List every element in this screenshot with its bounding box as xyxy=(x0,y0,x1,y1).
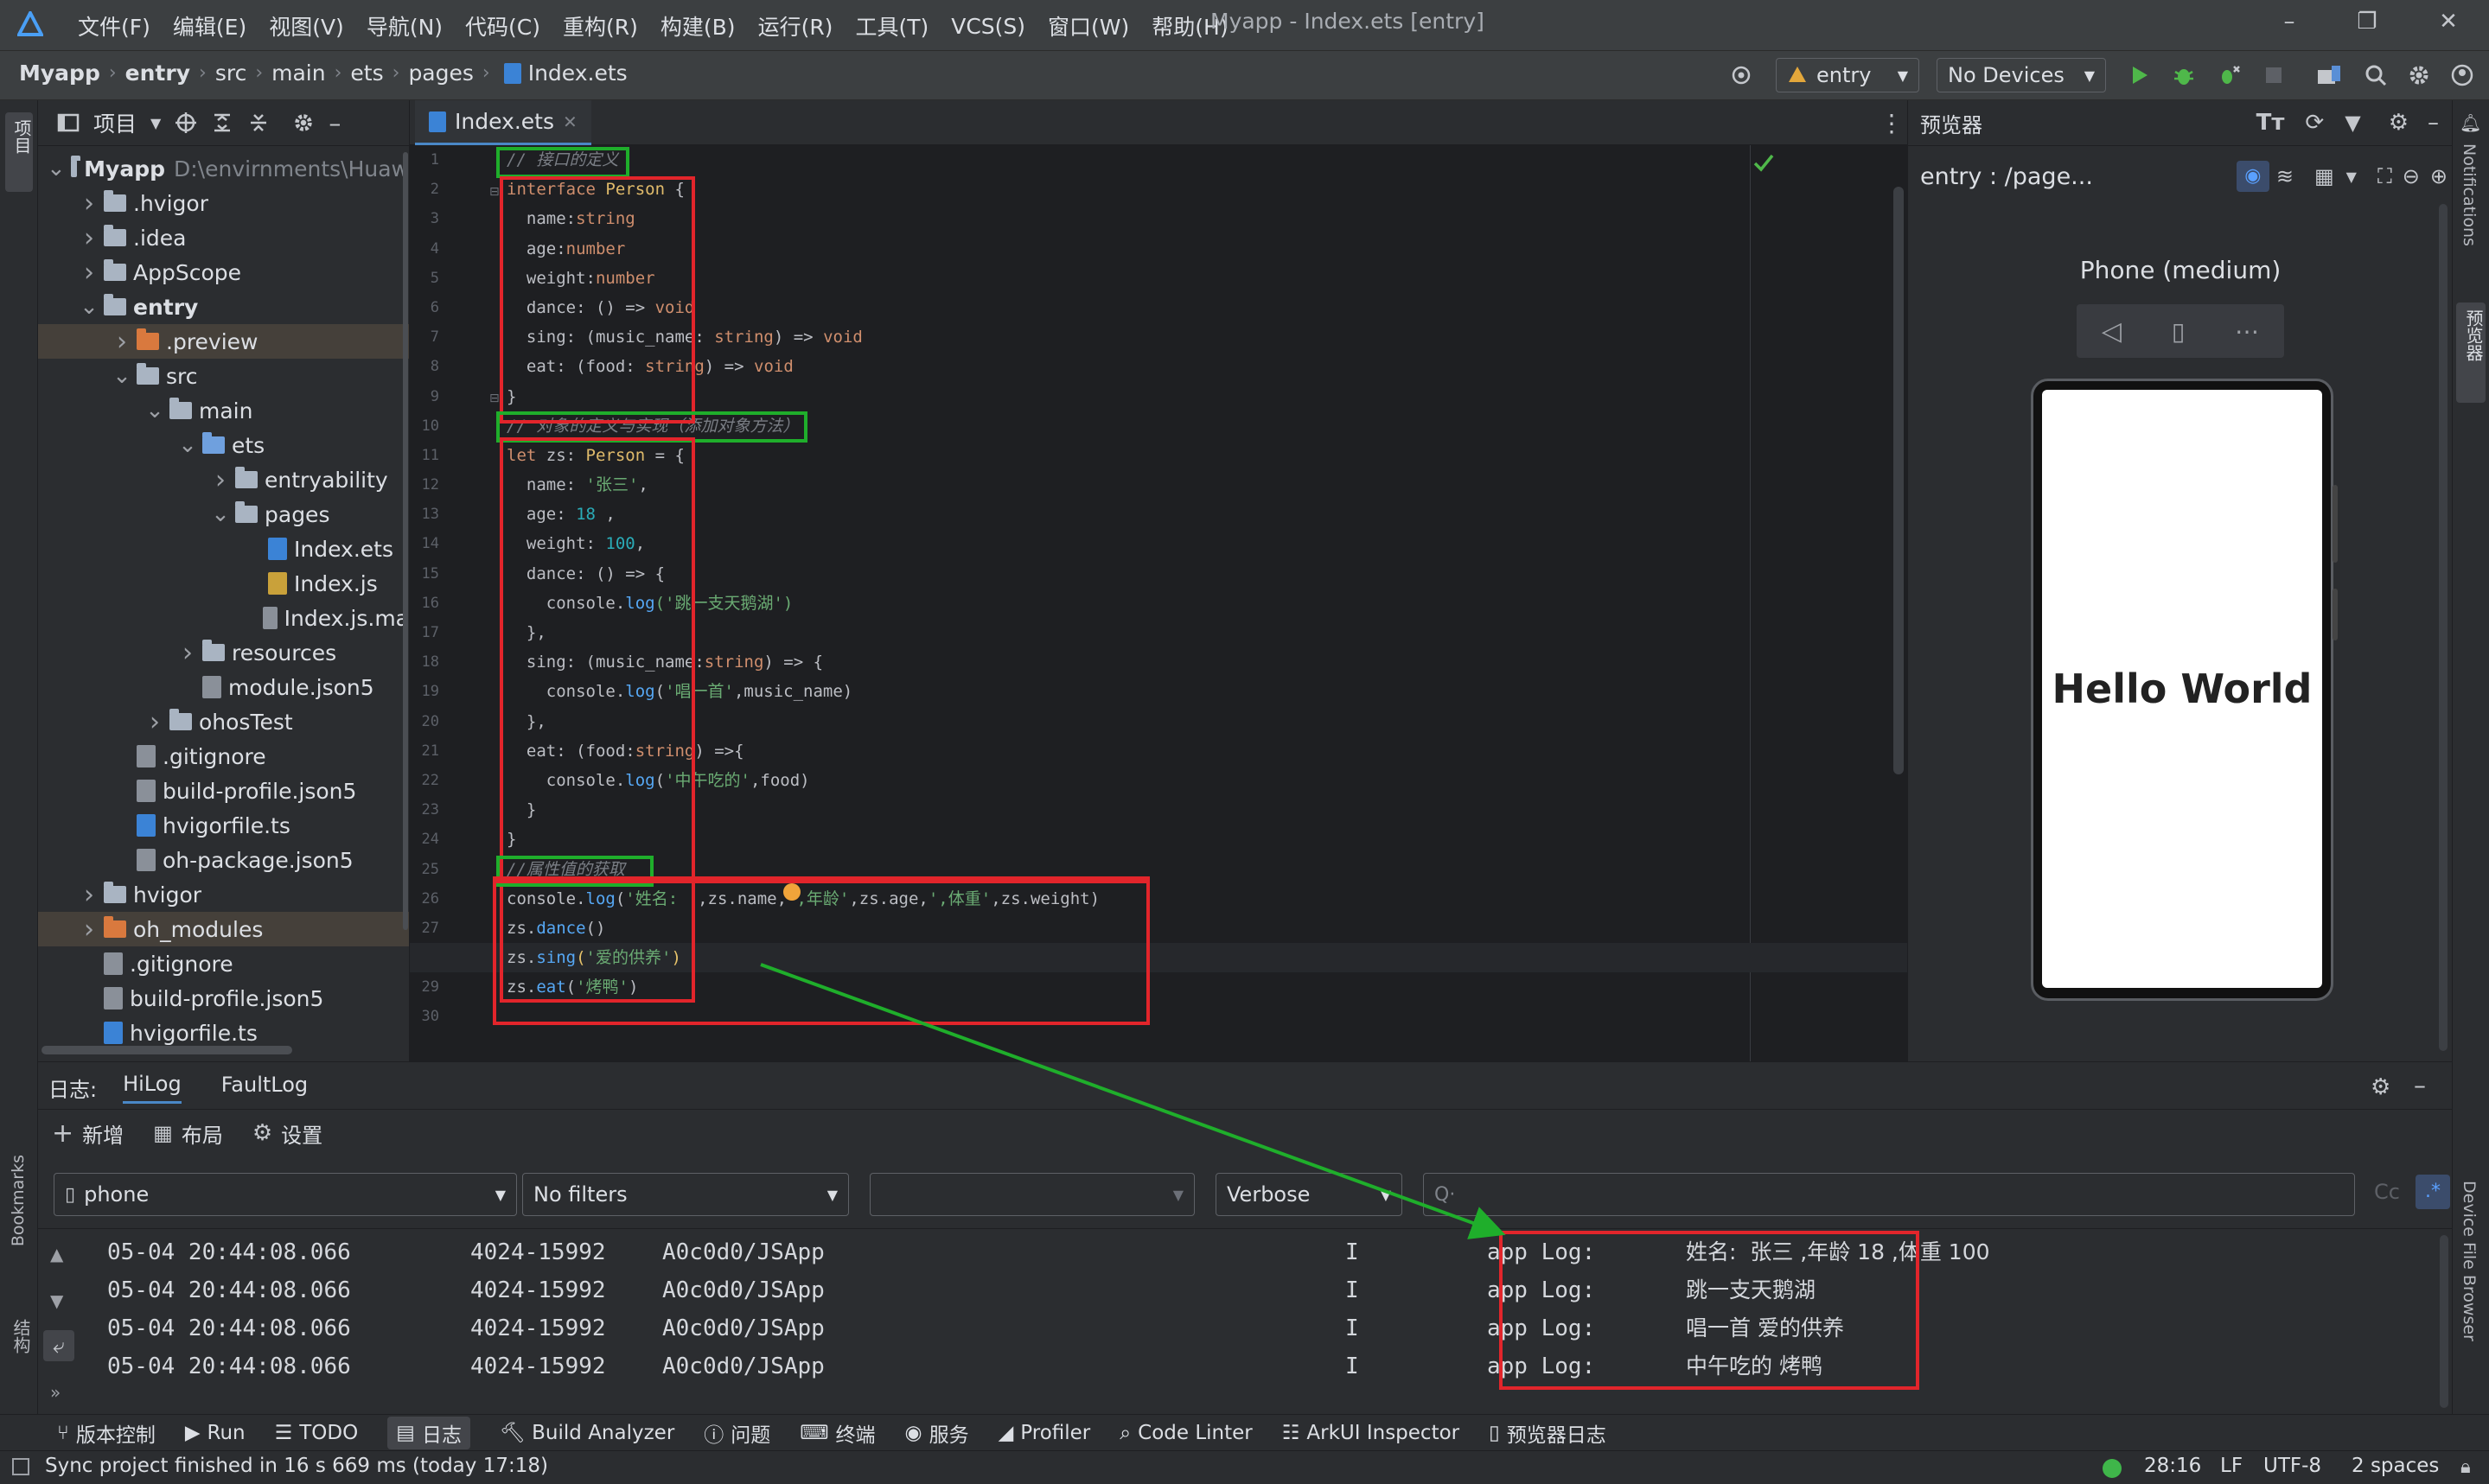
document-icon: ▯ xyxy=(1489,1422,1500,1444)
indent-setting[interactable]: 2 spaces xyxy=(2352,1455,2439,1477)
tool-build-analyzer[interactable]: 🔨︎Build Analyzer xyxy=(500,1421,674,1444)
status-message[interactable]: Sync project finished in 16 s 669 ms (to… xyxy=(45,1455,548,1477)
log-icon: ▤ xyxy=(396,1422,415,1444)
status-bar: Sync project finished in 16 s 669 ms (to… xyxy=(0,1450,2489,1484)
tool-profiler[interactable]: ◢Profiler xyxy=(999,1422,1091,1444)
tool-run[interactable]: ▶Run xyxy=(185,1422,246,1444)
profiler-icon: ◢ xyxy=(999,1422,1014,1444)
tool-window-bar: ⑂版本控制 ▶Run ☰TODO ▤日志 🔨︎Build Analyzer ⓘ问… xyxy=(0,1414,2489,1450)
list-icon: ☰ xyxy=(275,1422,293,1444)
info-icon: ⓘ xyxy=(704,1418,724,1448)
tool-previewer-log[interactable]: ▯预览器日志 xyxy=(1489,1418,1606,1448)
build-icon: 🔨︎ xyxy=(500,1421,525,1444)
run-icon: ▶ xyxy=(185,1422,201,1444)
status-checkbox-icon[interactable] xyxy=(12,1458,29,1475)
inspector-icon: ☷ xyxy=(1282,1422,1300,1444)
status-ok-icon[interactable] xyxy=(2103,1459,2122,1478)
tool-terminal[interactable]: ⌨终端 xyxy=(800,1418,875,1448)
file-encoding[interactable]: UTF-8 xyxy=(2263,1455,2321,1477)
cursor-position[interactable]: 28:16 xyxy=(2144,1455,2201,1477)
line-separator[interactable]: LF xyxy=(2220,1455,2243,1477)
tool-todo[interactable]: ☰TODO xyxy=(275,1422,359,1444)
annotation-arrow xyxy=(0,0,2489,1484)
tool-code-linter[interactable]: ⌕Code Linter xyxy=(1120,1422,1253,1444)
tool-services[interactable]: ◉服务 xyxy=(905,1418,969,1448)
tool-version-control[interactable]: ⑂版本控制 xyxy=(57,1418,156,1448)
tool-log[interactable]: ▤日志 xyxy=(387,1417,470,1449)
terminal-icon: ⌨ xyxy=(800,1422,828,1444)
tool-arkui-inspector[interactable]: ☷ArkUI Inspector xyxy=(1282,1422,1459,1444)
linter-icon: ⌕ xyxy=(1120,1422,1131,1444)
lock-icon[interactable]: 🔒︎ xyxy=(2460,1456,2471,1478)
tool-problems[interactable]: ⓘ问题 xyxy=(704,1418,770,1448)
services-icon: ◉ xyxy=(905,1422,922,1444)
branch-icon: ⑂ xyxy=(57,1422,69,1444)
